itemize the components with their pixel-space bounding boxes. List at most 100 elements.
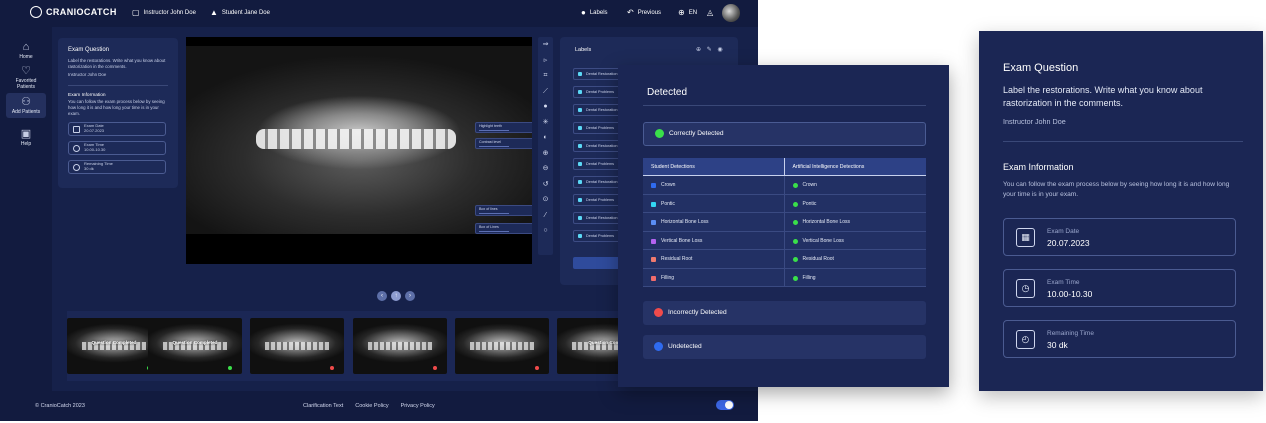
labels-actions-icon[interactable]: ⊕ ✎ ◉ xyxy=(696,46,725,53)
green-dot-icon xyxy=(792,220,798,225)
incorrectly-detected-section[interactable]: Incorrectly Detected xyxy=(643,301,926,325)
logo[interactable]: CRANIOCATCH xyxy=(30,6,117,18)
brightness-icon[interactable]: ✳ xyxy=(538,115,553,131)
undo-icon: ↶ xyxy=(627,8,634,17)
question-thumbnail[interactable]: Question Completed xyxy=(148,318,242,374)
sidebar-item-label: Home xyxy=(19,54,33,60)
sidebar-item-home[interactable]: ⌂ Home xyxy=(6,41,46,60)
detected-title: Detected xyxy=(647,87,688,98)
rotate-icon[interactable]: ↺ xyxy=(538,177,553,193)
tooth-icon[interactable]: ● xyxy=(538,99,553,115)
pointer-icon[interactable]: ▹ xyxy=(538,53,553,69)
xray-viewer[interactable]: Highlight teeth Contrast level Box of li… xyxy=(186,37,532,264)
exam-date-field: Exam Date 20.07.2023 xyxy=(68,122,166,136)
sidebar-item-help[interactable]: ▣ Help xyxy=(6,128,46,147)
comment-icon[interactable]: ○ xyxy=(538,223,553,239)
drawing-toolbar: ⇒ ▹ ⌗ ⟋ ● ✳ ◐ ⊕ ⊖ ↺ ⊙ ⁄ ○ xyxy=(538,37,553,255)
theme-toggle[interactable] xyxy=(716,400,734,410)
crop-icon[interactable]: ⌗ xyxy=(538,68,553,84)
clarification-link[interactable]: Clarification Text xyxy=(303,403,343,409)
red-dot-icon xyxy=(654,308,663,317)
notification-button[interactable]: ◬ xyxy=(707,9,713,17)
logo-text: CRANIOCATCH xyxy=(46,7,117,17)
color-swatch xyxy=(651,238,656,244)
polyline-icon[interactable]: ⟋ xyxy=(538,84,553,100)
logo-mark-icon xyxy=(30,6,42,18)
xray-pager: ‹ ↑ › xyxy=(377,291,415,301)
student-detection: Crown xyxy=(661,182,676,188)
green-dot-icon xyxy=(792,201,798,207)
student-detection: Vertical Bone Loss xyxy=(661,237,703,244)
detections-table: Student Detections Artificial Intelligen… xyxy=(643,158,926,287)
pen-icon[interactable]: ⁄ xyxy=(538,208,553,224)
exam-title: Exam Question xyxy=(1003,62,1079,74)
footer-links: Clarification Text Cookie Policy Privacy… xyxy=(303,403,435,409)
chat-icon: ▢ xyxy=(132,8,140,17)
zoom-in-icon[interactable]: ⊕ xyxy=(538,146,553,162)
correctly-detected-section[interactable]: Correctly Detected xyxy=(643,122,926,146)
undetected-section[interactable]: Undetected xyxy=(643,335,926,359)
box-lines-slider[interactable]: Box of lines xyxy=(475,205,532,216)
cookie-policy-link[interactable]: Cookie Policy xyxy=(355,403,388,409)
avatar[interactable] xyxy=(722,4,740,22)
ai-detection: Horizontal Bone Loss xyxy=(802,219,851,225)
question-thumbnail[interactable] xyxy=(353,318,447,374)
status-dot xyxy=(535,366,539,370)
slider-track xyxy=(479,231,509,232)
forward-icon[interactable]: ⇒ xyxy=(538,37,553,53)
exam-desc: Label the restorations. Write what you k… xyxy=(68,58,166,69)
green-dot-icon xyxy=(792,275,798,281)
up-arrow-icon[interactable]: ↑ xyxy=(391,291,401,301)
thumb-teeth xyxy=(368,342,432,350)
question-thumbnail[interactable]: Question Completed xyxy=(67,318,161,374)
detected-results-panel: Detected Correctly Detected Student Dete… xyxy=(618,65,949,387)
field-value: 10.00-10.30 xyxy=(84,147,106,152)
exam-instructor: Instructor John Doe xyxy=(1003,117,1066,126)
box-lines-slider-2[interactable]: Box of Lines xyxy=(475,223,532,234)
next-arrow-icon[interactable]: › xyxy=(405,291,415,301)
exam-question-card-small: Exam Question Label the restorations. Wr… xyxy=(58,38,178,188)
question-thumbnail[interactable] xyxy=(250,318,344,374)
instructor-switch[interactable]: ▢ Instructor John Doe xyxy=(132,9,196,17)
sidebar: ⌂ Home ♡ Favorited Patients ⚇ Add Patien… xyxy=(0,27,52,391)
remaining-time-field: Remaining Time 30 dk xyxy=(68,160,166,174)
contrast-slider[interactable]: Contrast level xyxy=(475,138,532,149)
exam-desc: Label the restorations. Write what you k… xyxy=(1003,85,1203,108)
calendar-icon xyxy=(73,125,80,133)
eye-icon[interactable]: ⊙ xyxy=(538,192,553,208)
student-detection: Residual Root xyxy=(661,256,693,262)
student-detection: Filling xyxy=(661,274,675,281)
help-icon: ▣ xyxy=(20,128,32,140)
divider xyxy=(68,85,168,86)
sidebar-item-favorited[interactable]: ♡ Favorited Patients xyxy=(6,65,46,90)
status-dot xyxy=(228,366,232,370)
student-switch[interactable]: ▲ Student Jane Doe xyxy=(210,9,270,17)
sidebar-item-add-patients[interactable]: ⚇ Add Patients xyxy=(6,93,46,118)
contrast-icon[interactable]: ◐ xyxy=(538,130,553,146)
table-row: Horizontal Bone Loss Horizontal Bone Los… xyxy=(643,213,926,232)
exam-date-field: ▦ Exam Date 20.07.2023 xyxy=(1003,218,1236,256)
tool-label: Box of lines xyxy=(479,207,498,211)
privacy-policy-link[interactable]: Privacy Policy xyxy=(401,403,435,409)
field-value: 10.00-10.30 xyxy=(1047,289,1093,299)
home-icon: ⌂ xyxy=(22,41,30,53)
student-label: Student Jane Doe xyxy=(221,10,270,16)
previous-button[interactable]: ↶ Previous xyxy=(627,9,661,17)
remaining-time-field: ◴ Remaining Time 30 dk xyxy=(1003,320,1236,358)
ai-detection: Crown xyxy=(802,182,817,188)
heart-icon: ♡ xyxy=(21,65,31,77)
copyright: © CranioCatch 2023 xyxy=(35,403,85,409)
field-value: 30 dk xyxy=(1047,340,1068,350)
green-dot-icon xyxy=(792,257,798,262)
column-header: Student Detections xyxy=(643,158,785,175)
zoom-out-icon[interactable]: ⊖ xyxy=(538,161,553,177)
question-thumbnail[interactable] xyxy=(455,318,549,374)
color-swatch xyxy=(651,257,656,262)
highlight-teeth-slider[interactable]: Highlight teeth xyxy=(475,122,532,133)
ai-detection: Filling xyxy=(802,274,816,281)
language-select[interactable]: ⊕ EN xyxy=(678,9,697,17)
prev-arrow-icon[interactable]: ‹ xyxy=(377,291,387,301)
labels-button[interactable]: ● Labels xyxy=(581,9,608,17)
field-value: 20.07.2023 xyxy=(84,128,105,133)
exam-info-title: Exam Information xyxy=(1003,162,1074,172)
